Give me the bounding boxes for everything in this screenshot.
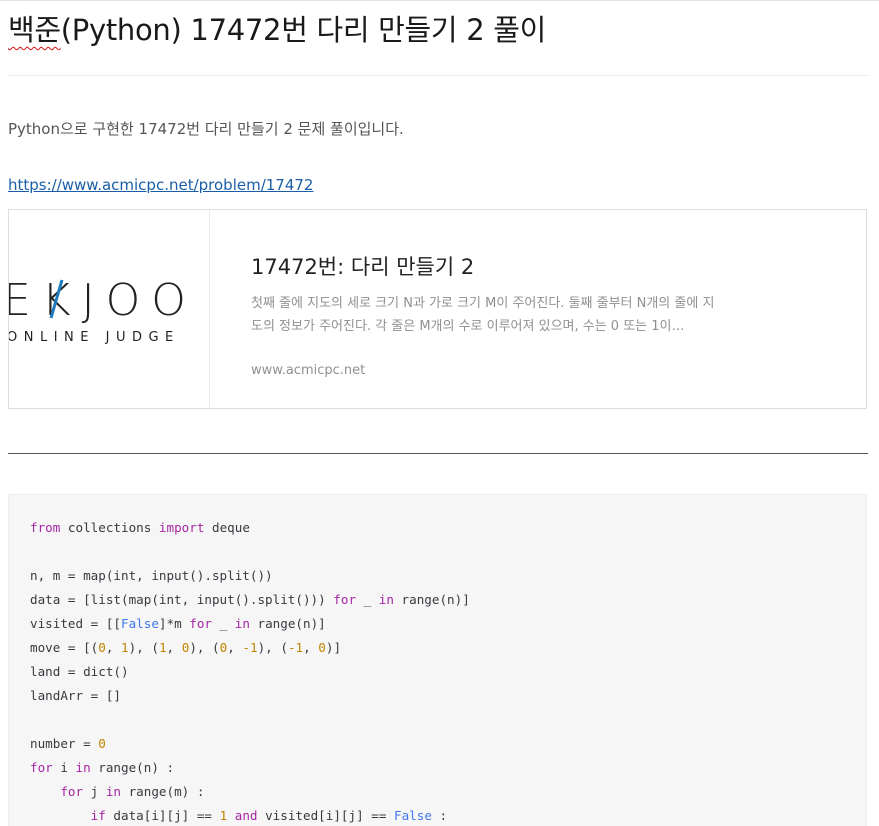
- logo-subtitle-text: ONLINE JUDGE: [9, 330, 180, 345]
- python-code: from collections import deque n, m = map(…: [30, 516, 470, 826]
- blog-post: 백준(Python) 17472번 다리 만들기 2 풀이 Python으로 구…: [0, 0, 879, 826]
- intro-text: Python으로 구현한 17472번 다리 만들기 2 문제 풀이입니다.: [8, 120, 404, 138]
- logo-main-text: EKJOO: [9, 275, 197, 326]
- title-divider: [8, 75, 868, 76]
- code-line: move = [(0, 1), (1, 0), (0, -1), (-1, 0)…: [30, 640, 342, 655]
- horizontal-rule: [8, 453, 868, 454]
- code-line: from collections import deque: [30, 520, 250, 535]
- title-text: (Python) 17472번 다리 만들기 2 풀이: [60, 13, 547, 47]
- code-line: for i in range(n) :: [30, 760, 175, 775]
- link-preview-card[interactable]: EKJOO ONLINE JUDGE 17472번: 다리 만들기 2 첫째 줄…: [8, 209, 867, 409]
- code-line: visited = [[False]*m for _ in range(n)]: [30, 616, 326, 631]
- code-line: number = 0: [30, 736, 106, 751]
- code-line: landArr = []: [30, 688, 121, 703]
- code-line: data = [list(map(int, input().split())) …: [30, 592, 470, 607]
- baekjoon-logo-thumbnail: EKJOO ONLINE JUDGE: [9, 210, 210, 408]
- baekjoon-logo: EKJOO ONLINE JUDGE: [9, 275, 197, 345]
- card-domain: www.acmicpc.net: [251, 363, 366, 378]
- page-title: 백준(Python) 17472번 다리 만들기 2 풀이: [8, 7, 546, 49]
- problem-link[interactable]: https://www.acmicpc.net/problem/17472: [8, 176, 313, 194]
- code-line: land = dict(): [30, 664, 129, 679]
- code-line: for j in range(m) :: [60, 784, 205, 799]
- code-block: from collections import deque n, m = map(…: [8, 494, 867, 826]
- card-description: 첫째 줄에 지도의 세로 크기 N과 가로 크기 M이 주어진다. 둘째 줄부터…: [251, 296, 715, 334]
- card-title: 17472번: 다리 만들기 2: [251, 255, 475, 279]
- code-line: if data[i][j] == 1 and visited[i][j] == …: [90, 808, 448, 823]
- title-spellchecked-word: 백준: [8, 13, 61, 47]
- code-line: n, m = map(int, input().split()): [30, 568, 273, 583]
